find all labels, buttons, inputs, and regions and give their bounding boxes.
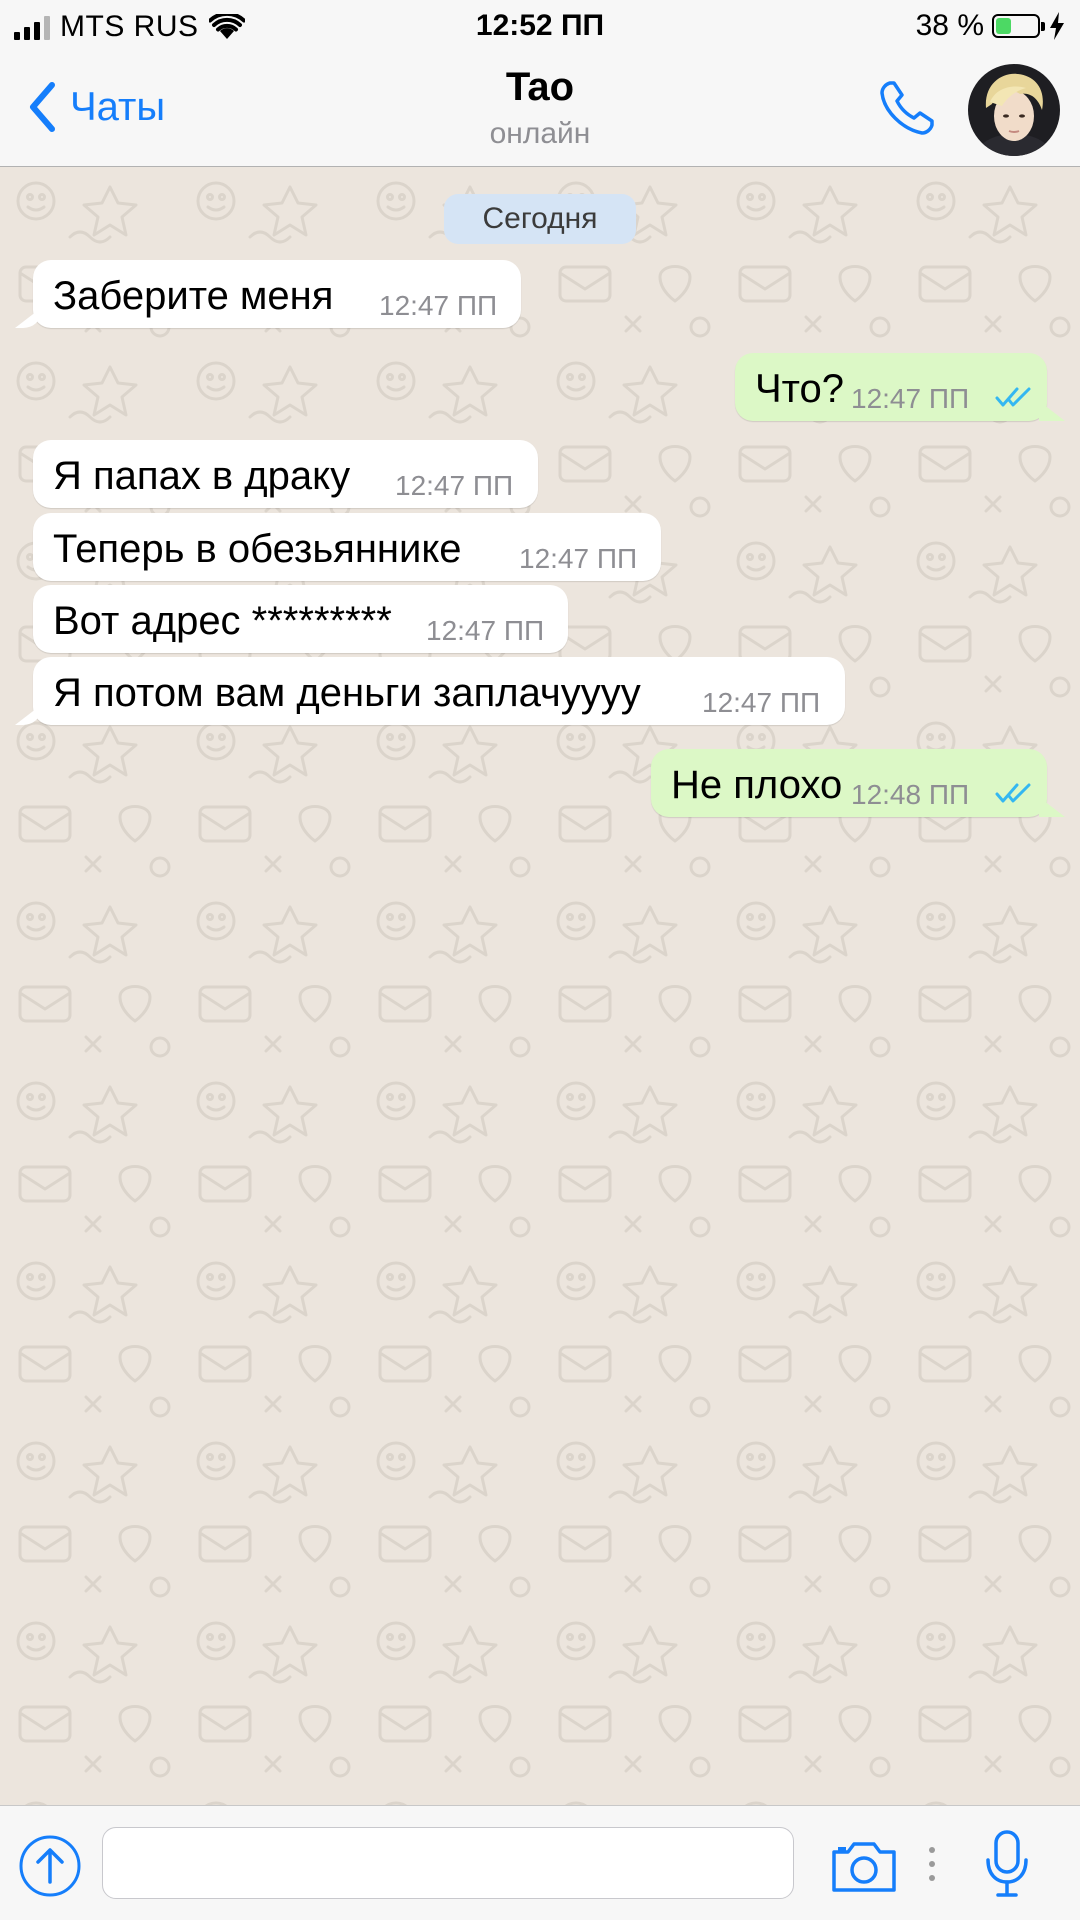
incoming-message-bubble[interactable]: Я папах в драку 12:47 ПП (33, 440, 538, 508)
message-time: 12:47 ПП (426, 615, 545, 646)
charging-bolt-icon (1050, 12, 1064, 40)
microphone-icon[interactable] (984, 1830, 1030, 1898)
read-receipt-icon (995, 387, 1031, 407)
read-receipt-icon (995, 783, 1031, 803)
message-text: Я потом вам деньги заплачуууу (53, 671, 641, 715)
battery-percent: 38 % (915, 9, 984, 42)
avatar[interactable] (968, 64, 1060, 156)
message-text: Что? (755, 367, 845, 411)
message-text: Заберите меня (53, 274, 334, 318)
status-right: 38 % (916, 9, 1066, 43)
message-text: Теперь в обезьяннике (53, 527, 462, 571)
chat-header: Чаты Tao онлайн (0, 55, 1080, 167)
battery-icon (992, 14, 1045, 38)
message-time: 12:47 ПП (379, 290, 498, 321)
camera-icon[interactable] (830, 1838, 898, 1894)
message-time: 12:47 ПП (519, 543, 638, 574)
status-bar: MTS RUS 12:52 ПП 38 % (0, 0, 1080, 55)
incoming-message-bubble[interactable]: Я потом вам деньги заплачуууу 12:47 ПП (33, 657, 845, 725)
incoming-message-bubble[interactable]: Вот адрес ********* 12:47 ПП (33, 585, 568, 653)
phone-icon[interactable] (876, 77, 938, 139)
message-time: 12:47 ПП (851, 383, 970, 414)
upload-icon[interactable] (18, 1834, 82, 1898)
message-input[interactable] (102, 1827, 794, 1899)
avatar-image (968, 64, 1060, 156)
message-time: 12:48 ПП (851, 779, 970, 810)
outgoing-message-bubble[interactable]: Не плохо 12:48 ПП (651, 749, 1047, 817)
message-text: Вот адрес ********* (53, 599, 392, 643)
message-text: Я папах в драку (53, 454, 351, 498)
message-composer (0, 1805, 1080, 1920)
message-text: Не плохо (671, 763, 843, 807)
battery-level-fill (996, 18, 1011, 34)
date-separator: Сегодня (444, 194, 636, 244)
message-time: 12:47 ПП (702, 687, 821, 718)
chat-area[interactable]: Сегодня Заберите меня 12:47 ПП Что? 12:4… (0, 167, 1080, 1805)
more-icon[interactable] (926, 1842, 938, 1886)
outgoing-message-bubble[interactable]: Что? 12:47 ПП (735, 353, 1047, 421)
incoming-message-bubble[interactable]: Заберите меня 12:47 ПП (33, 260, 521, 328)
message-time: 12:47 ПП (395, 470, 514, 501)
incoming-message-bubble[interactable]: Теперь в обезьяннике 12:47 ПП (33, 513, 661, 581)
